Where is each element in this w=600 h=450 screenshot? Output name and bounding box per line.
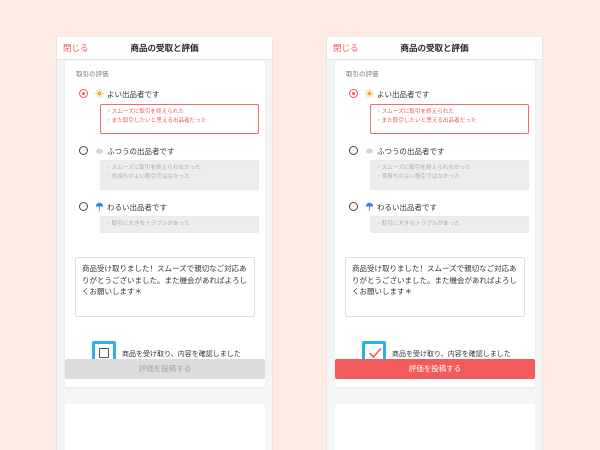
page-title: 商品の受取と評価 <box>130 44 199 54</box>
hint-box-bad: ・取引に大きなトラブルがあった <box>370 216 529 233</box>
submit-button[interactable]: 評価を投稿する <box>335 359 535 379</box>
hint-line: ・取引に大きなトラブルがあった <box>106 221 190 227</box>
hint-box-bad: ・取引に大きなトラブルがあった <box>100 216 259 233</box>
radio-bad[interactable] <box>349 202 358 211</box>
confirm-label[interactable]: 商品を受け取り、内容を確認しました <box>392 349 511 359</box>
sun-icon <box>95 89 104 98</box>
bottom-card <box>335 404 535 450</box>
confirm-label[interactable]: 商品を受け取り、内容を確認しました <box>122 349 241 359</box>
radio-bad[interactable] <box>79 202 88 211</box>
submit-button-disabled[interactable]: 評価を投稿する <box>65 359 265 379</box>
section-label: 取引の評価 <box>346 70 379 78</box>
top-bar: 閉じる 商品の受取と評価 <box>327 37 542 60</box>
hint-line: ・また取引したいと思える出品者だった <box>376 118 477 124</box>
hint-line: ・また取引したいと思える出品者だった <box>106 118 207 124</box>
hint-line: ・気持ちのよい取引ではなかった <box>376 174 460 180</box>
sun-icon <box>365 89 374 98</box>
page-title: 商品の受取と評価 <box>400 44 469 54</box>
hint-line: ・気持ちのよい取引ではなかった <box>106 174 190 180</box>
rating-card: 取引の評価 よい出品者です ・スムーズに取引を終えられた ・また取引したいと思え… <box>335 61 535 387</box>
cloud-icon <box>95 146 104 155</box>
comment-textarea[interactable]: 商品受け取りました！スムーズで親切なご対応ありがとうございました。また機会があれ… <box>345 257 525 317</box>
bottom-card <box>65 404 265 450</box>
radio-good[interactable] <box>349 89 358 98</box>
hint-box-good: ・スムーズに取引を終えられた ・また取引したいと思える出品者だった <box>100 104 259 134</box>
umbrella-icon <box>365 202 374 211</box>
top-bar: 閉じる 商品の受取と評価 <box>57 37 272 60</box>
option-label-bad[interactable]: わるい出品者です <box>377 202 437 213</box>
phone-screen-after: 閉じる 商品の受取と評価 取引の評価 よい出品者です ・スムーズに取引を終えられ… <box>326 37 543 450</box>
option-label-good[interactable]: よい出品者です <box>377 89 430 100</box>
cloud-icon <box>365 146 374 155</box>
hint-box-good: ・スムーズに取引を終えられた ・また取引したいと思える出品者だった <box>370 104 529 134</box>
option-label-normal[interactable]: ふつうの出品者です <box>107 146 175 157</box>
phone-screen-before: 閉じる 商品の受取と評価 取引の評価 よい出品者です ・スムーズに取引を終えられ… <box>56 37 273 450</box>
hint-line: ・取引に大きなトラブルがあった <box>376 221 460 227</box>
hint-line: ・スムーズに取引を終えられなかった <box>106 165 201 171</box>
umbrella-icon <box>95 202 104 211</box>
hint-box-normal: ・スムーズに取引を終えられなかった ・気持ちのよい取引ではなかった <box>370 160 529 190</box>
option-label-bad[interactable]: わるい出品者です <box>107 202 167 213</box>
rating-card: 取引の評価 よい出品者です ・スムーズに取引を終えられた ・また取引したいと思え… <box>65 61 265 387</box>
hint-line: ・スムーズに取引を終えられた <box>106 109 185 115</box>
hint-line: ・スムーズに取引を終えられた <box>376 109 455 115</box>
hint-box-normal: ・スムーズに取引を終えられなかった ・気持ちのよい取引ではなかった <box>100 160 259 190</box>
hint-line: ・スムーズに取引を終えられなかった <box>376 165 471 171</box>
radio-good[interactable] <box>79 89 88 98</box>
option-label-good[interactable]: よい出品者です <box>107 89 160 100</box>
confirm-checkbox[interactable] <box>99 348 109 358</box>
radio-normal[interactable] <box>79 146 88 155</box>
section-label: 取引の評価 <box>76 70 109 78</box>
radio-normal[interactable] <box>349 146 358 155</box>
comment-textarea[interactable]: 商品受け取りました！スムーズで親切なご対応ありがとうございました。また機会があれ… <box>75 257 255 317</box>
option-label-normal[interactable]: ふつうの出品者です <box>377 146 445 157</box>
